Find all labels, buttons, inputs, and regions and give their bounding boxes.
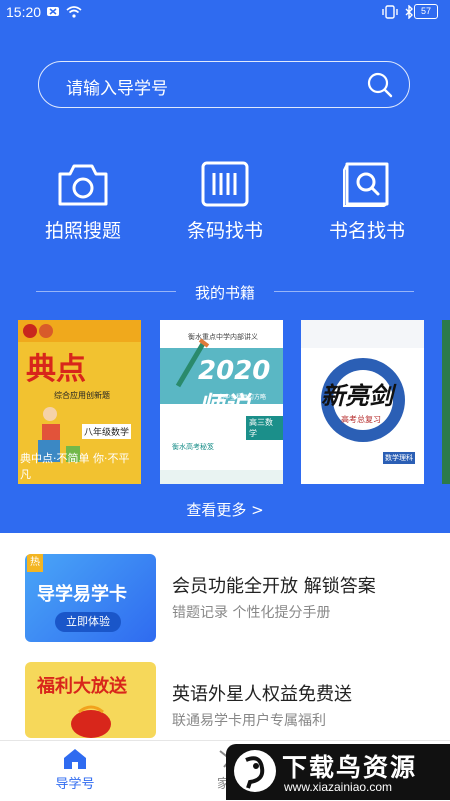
watermark-overlay: 下载鸟资源 www.xiazainiao.com	[226, 744, 450, 800]
banner-title: 福利大放送	[37, 676, 127, 697]
watermark-url: www.xiazainiao.com	[284, 780, 393, 794]
promo-title: 会员功能全开放 解锁答案	[172, 576, 376, 597]
book-tag: 高考总复习	[341, 415, 381, 424]
cover-footer	[160, 470, 283, 484]
promo-title: 英语外星人权益免费送	[172, 684, 352, 705]
gift-bag-icon	[71, 705, 111, 738]
camera-icon	[58, 164, 108, 206]
promo-subtitle: 错题记录 个性化提分手册	[172, 605, 331, 621]
book-cover-shishuo[interactable]: 衡水重点中学内部讲义 2020 师说 高中全程复习方略 高三数学 衡水高考秘笈	[160, 320, 283, 484]
barcode-search-button[interactable]: 条码找书	[165, 160, 285, 256]
banner-title: 导学易学卡	[37, 584, 127, 605]
promo-subtitle: 联通易学卡用户专属福利	[172, 713, 326, 729]
barcode-search-label: 条码找书	[186, 220, 263, 242]
book-subject: 高三数学	[246, 416, 283, 440]
hot-badge: 热	[27, 554, 43, 572]
book-search-icon	[343, 162, 389, 207]
vibrate-icon	[382, 5, 398, 19]
book-cover-partial[interactable]	[442, 320, 450, 484]
book-cover-dianzhong[interactable]: 典点 综合应用创新题 八年级数学 典中点·不简单 你·不平凡	[18, 320, 141, 484]
try-now-button[interactable]: 立即体验	[55, 612, 121, 632]
my-books-title: 我的书籍	[194, 284, 255, 302]
search-placeholder[interactable]: 请输入导学号	[66, 74, 168, 99]
status-time: 15:20	[6, 4, 42, 20]
book-subject: 八年级数学	[82, 424, 132, 439]
promo-banner[interactable]: 热 导学易学卡 立即体验	[25, 554, 156, 642]
see-more-link[interactable]: 查看更多 >	[0, 499, 450, 520]
barcode-icon	[201, 161, 249, 207]
book-tag: 高中全程复习方略	[218, 394, 267, 401]
title-search-button[interactable]: 书名找书	[307, 160, 427, 256]
book-tag: 衡水高考秘笈	[172, 443, 214, 451]
status-bar: 15:20 57	[0, 0, 450, 24]
notification-icon	[47, 7, 59, 16]
tab-home[interactable]: 导学号	[30, 741, 120, 801]
photo-search-label: 拍照搜题	[44, 220, 121, 242]
watermark-title: 下载鸟资源	[282, 753, 418, 782]
divider-line	[274, 291, 414, 292]
bluetooth-icon	[405, 5, 413, 19]
my-books-header: 我的书籍	[36, 281, 414, 302]
title-search-label: 书名找书	[328, 220, 405, 242]
watermark-logo-icon	[234, 750, 276, 792]
promo-banner[interactable]: 福利大放送	[25, 662, 156, 738]
publisher-logo-icon	[23, 324, 53, 338]
book-subject: 数学理科	[383, 452, 415, 464]
book-cover-xinliangjian[interactable]: 新亮剑 高考总复习 数学理科	[301, 320, 424, 484]
wifi-icon	[66, 6, 82, 18]
battery-level: 57	[414, 4, 438, 19]
book-title: 典点	[26, 352, 86, 387]
search-bar[interactable]: 请输入导学号	[38, 61, 410, 108]
book-title: 新亮剑	[321, 382, 393, 410]
photo-search-button[interactable]: 拍照搜题	[23, 160, 143, 256]
home-icon	[64, 749, 86, 769]
promo-card-member[interactable]: 热 导学易学卡 立即体验 会员功能全开放 解锁答案 错题记录 个性化提分手册	[0, 554, 450, 654]
tab-home-label: 导学号	[55, 777, 95, 792]
search-icon[interactable]	[367, 72, 393, 98]
book-title: 2020 师说	[198, 356, 271, 422]
book-slogan: 典中点·不简单 你·不平凡	[20, 452, 130, 481]
cover-band	[301, 320, 424, 348]
